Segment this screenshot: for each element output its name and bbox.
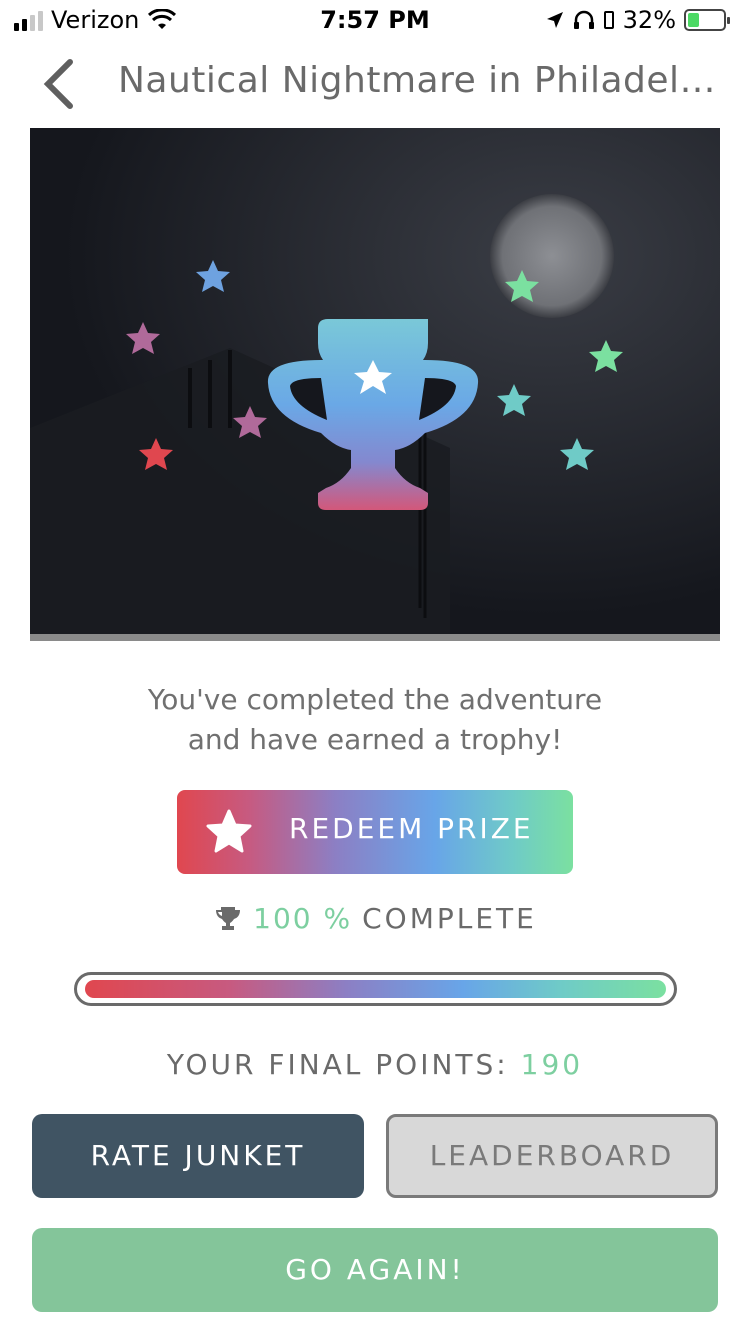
- chevron-left-icon[interactable]: [36, 56, 86, 112]
- completion-message: You've completed the adventure and have …: [0, 680, 750, 760]
- trophy-icon: [216, 906, 241, 930]
- progress-percent: 100 %: [253, 902, 353, 935]
- portrait-lock-icon: [603, 11, 614, 29]
- location-arrow-icon: [546, 12, 563, 28]
- page-title: Nautical Nightmare in Philadelp...: [118, 60, 728, 101]
- progress-label: COMPLETE: [362, 902, 537, 935]
- battery-icon: [684, 9, 730, 31]
- go-again-button[interactable]: GO AGAIN!: [32, 1228, 718, 1312]
- redeem-prize-button[interactable]: REDEEM PRIZE: [177, 790, 573, 874]
- hero-divider: [30, 634, 720, 641]
- headphones-icon: [573, 10, 594, 29]
- progress-summary: 100 % COMPLETE: [0, 902, 750, 935]
- completion-line-2: and have earned a trophy!: [187, 723, 563, 756]
- completion-line-1: You've completed the adventure: [147, 683, 603, 716]
- redeem-prize-label: REDEEM PRIZE: [289, 812, 534, 845]
- star-icon: [206, 809, 252, 853]
- progress-fill: [85, 980, 666, 998]
- rate-junket-button[interactable]: RATE JUNKET: [32, 1114, 364, 1198]
- final-points-value: 190: [520, 1048, 584, 1081]
- night-scene-illustration: [30, 128, 720, 641]
- hero-image: [30, 128, 720, 641]
- leaderboard-button[interactable]: LEADERBOARD: [386, 1114, 718, 1198]
- final-points: YOUR FINAL POINTS: 190: [0, 1048, 750, 1081]
- status-bar: Verizon 7:57 PM 32%: [0, 0, 750, 40]
- progress-bar: [74, 972, 677, 1006]
- nav-bar: Nautical Nightmare in Philadelp...: [0, 50, 750, 116]
- final-points-label: YOUR FINAL POINTS:: [166, 1048, 509, 1081]
- battery-fill: [688, 13, 699, 27]
- battery-percent: 32%: [622, 6, 676, 34]
- status-right: 32%: [545, 6, 730, 34]
